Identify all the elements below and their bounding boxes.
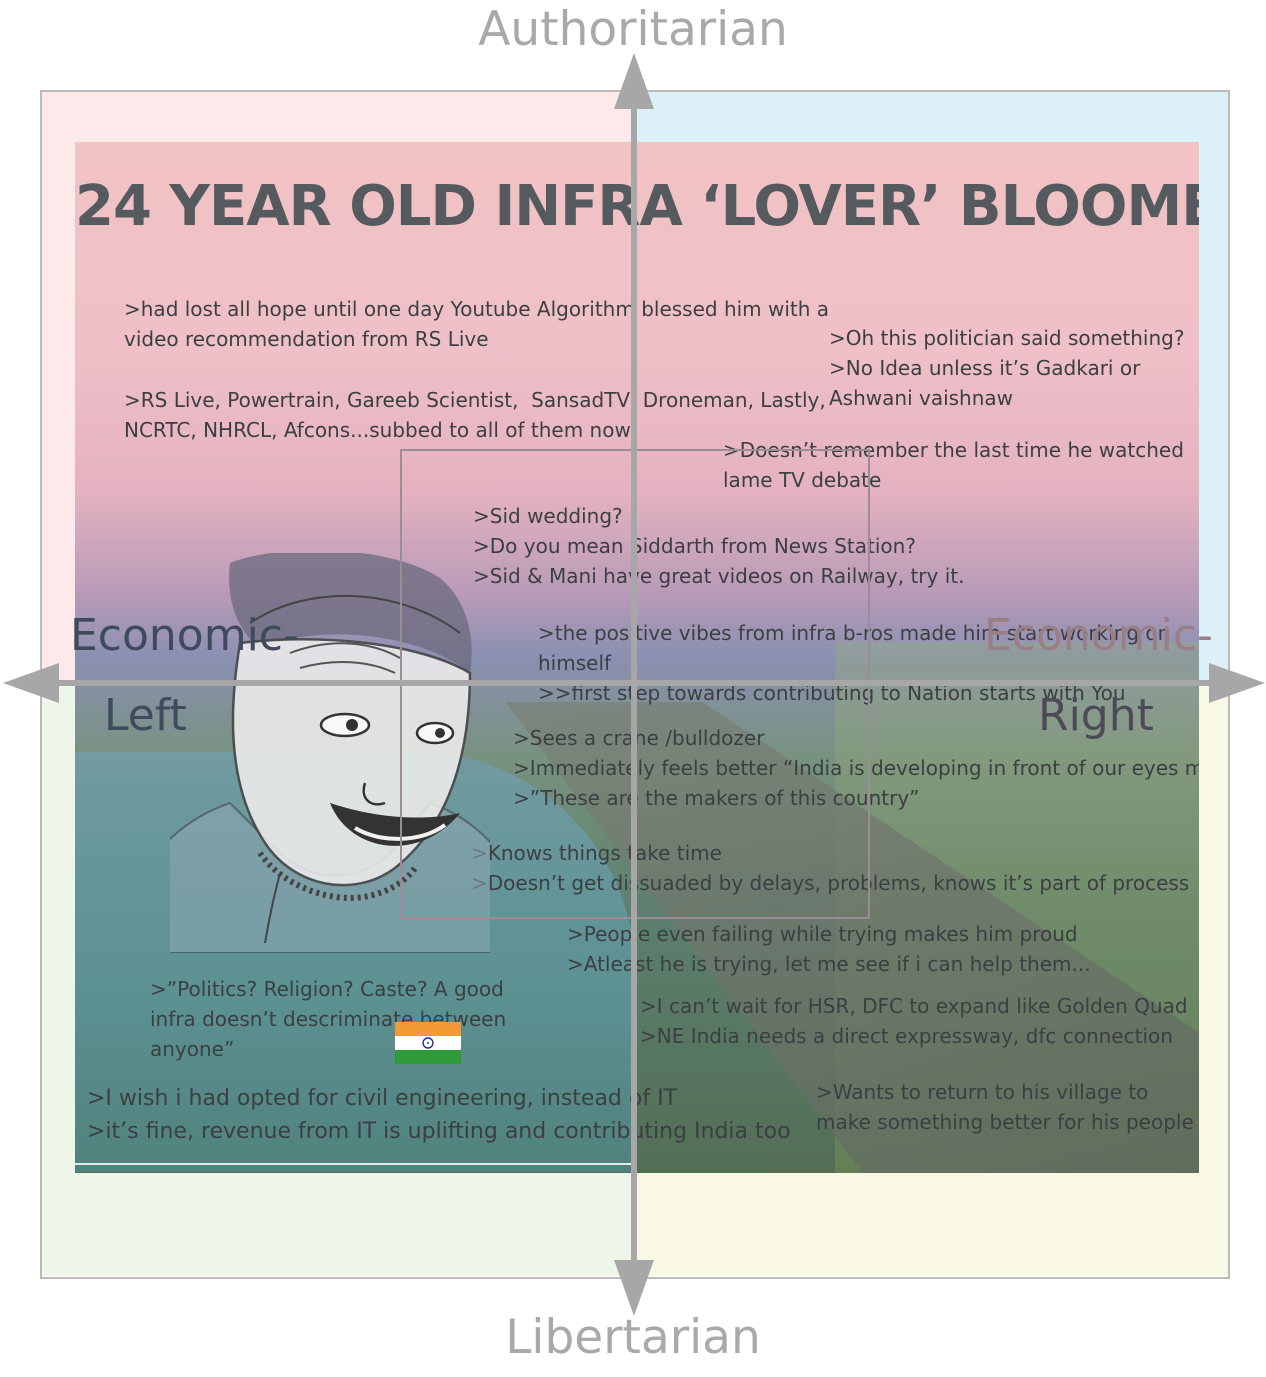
label-economic-right-line1: Economic- [984,610,1213,661]
arrow-up-icon [614,53,654,109]
meme-title: 24 YEAR OLD INFRA ‘LOVER’ BLOOMER [75,174,1199,239]
label-libertarian: Libertarian [505,1310,761,1365]
label-economic-left-line2: Left [104,690,187,741]
label-authoritarian: Authoritarian [478,2,788,57]
note-village: >Wants to return to his village to make … [816,1080,1194,1134]
note-hsr-dfc: >I can’t wait for HSR, DFC to expand lik… [640,994,1188,1048]
note-politician: >Oh this politician said something? >No … [829,326,1185,410]
note-youtube-algorithm: >had lost all hope until one day Youtube… [124,297,830,351]
note-failing-proud: >People even failing while trying makes … [567,922,1091,976]
label-economic-right: Economic- Right [984,596,1213,741]
label-economic-left: Economic- Left [70,596,299,741]
arrow-down-icon [614,1260,654,1316]
india-flag-icon [395,1022,461,1064]
meme-divider [75,1163,637,1165]
note-subscriptions: >RS Live, Powertrain, Gareeb Scientist, … [124,388,826,442]
arrow-right-icon [1209,663,1265,703]
label-economic-left-line1: Economic- [70,610,299,661]
note-civil-engineering: >I wish i had opted for civil engineerin… [87,1086,791,1144]
label-economic-right-line2: Right [1038,690,1154,741]
authority-axis-line [631,96,637,1280]
arrow-left-icon [3,663,59,703]
